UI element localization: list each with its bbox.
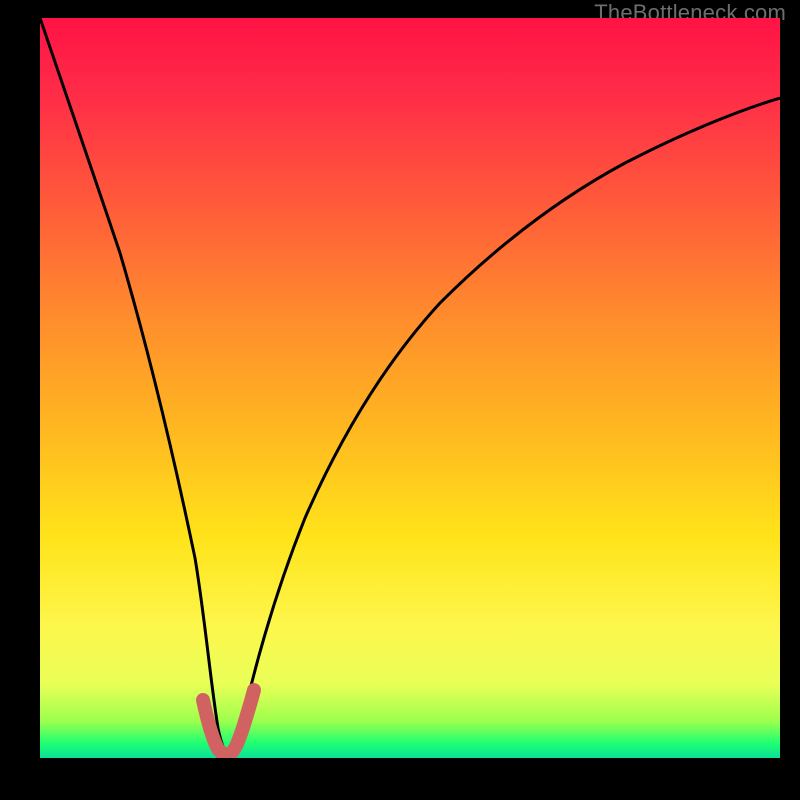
bottleneck-curve bbox=[40, 18, 780, 753]
chart-frame: TheBottleneck.com bbox=[0, 0, 800, 800]
near-optimal-segment bbox=[203, 690, 254, 754]
curve-layer bbox=[40, 18, 780, 758]
plot-area bbox=[40, 18, 780, 758]
